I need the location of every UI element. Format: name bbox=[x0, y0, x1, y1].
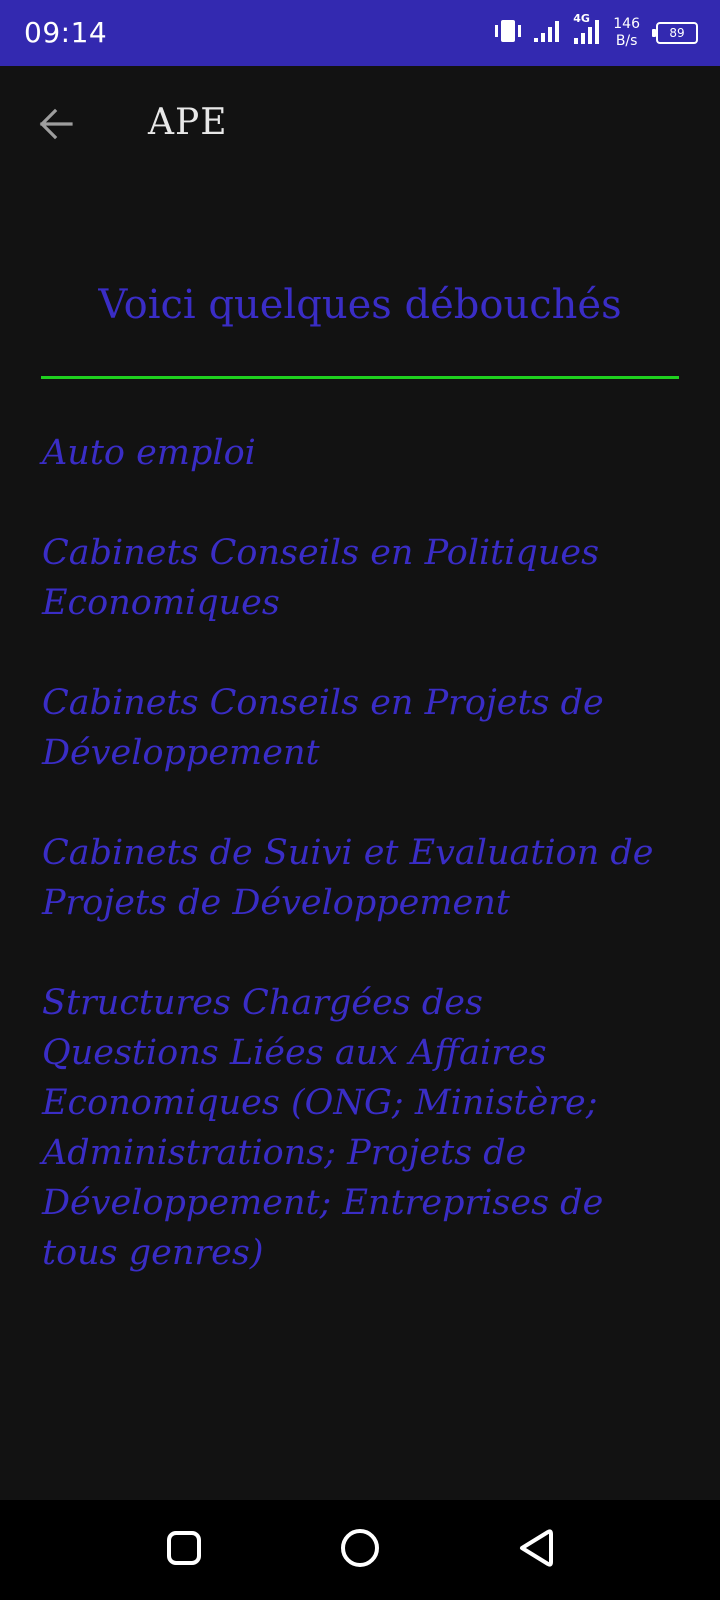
net-speed-unit: B/s bbox=[615, 33, 638, 49]
page-heading: Voici quelques débouchés bbox=[98, 282, 622, 328]
net-speed-value: 146 bbox=[613, 16, 640, 32]
app-bar: APE bbox=[0, 66, 720, 186]
battery-icon: 89 bbox=[652, 22, 698, 44]
home-button[interactable] bbox=[332, 1522, 388, 1578]
list-item[interactable]: Auto emploi bbox=[42, 428, 662, 478]
battery-level: 89 bbox=[669, 26, 685, 40]
list-item[interactable]: Cabinets de Suivi et Evaluation de Proje… bbox=[42, 828, 662, 928]
network-type-label: 4G bbox=[573, 12, 590, 25]
circle-home-icon bbox=[338, 1526, 382, 1574]
status-icons: 4G 146 B/s 89 bbox=[493, 12, 698, 54]
opportunities-list: Auto emploi Cabinets Conseils en Politiq… bbox=[42, 428, 662, 1328]
list-item[interactable]: Cabinets Conseils en Projets de Développ… bbox=[42, 678, 662, 778]
back-button[interactable] bbox=[32, 102, 80, 150]
back-nav-button[interactable] bbox=[508, 1522, 564, 1578]
divider bbox=[41, 376, 679, 379]
net-speed: 146 B/s bbox=[613, 16, 640, 50]
vibrate-icon bbox=[493, 18, 523, 48]
recents-button[interactable] bbox=[156, 1522, 212, 1578]
list-item[interactable]: Structures Chargées des Questions Liées … bbox=[42, 978, 662, 1278]
signal-icon bbox=[533, 19, 563, 47]
status-time: 09:14 bbox=[24, 16, 108, 49]
square-recents-icon bbox=[164, 1528, 204, 1572]
triangle-back-icon bbox=[516, 1526, 556, 1574]
arrow-left-icon bbox=[38, 108, 74, 144]
status-bar: 09:14 4G 146 B/s 89 bbox=[0, 0, 720, 66]
list-item[interactable]: Cabinets Conseils en Politiques Economiq… bbox=[42, 528, 662, 628]
navigation-bar bbox=[0, 1500, 720, 1600]
app-title: APE bbox=[148, 102, 228, 143]
signal-4g-icon: 4G bbox=[573, 12, 603, 50]
